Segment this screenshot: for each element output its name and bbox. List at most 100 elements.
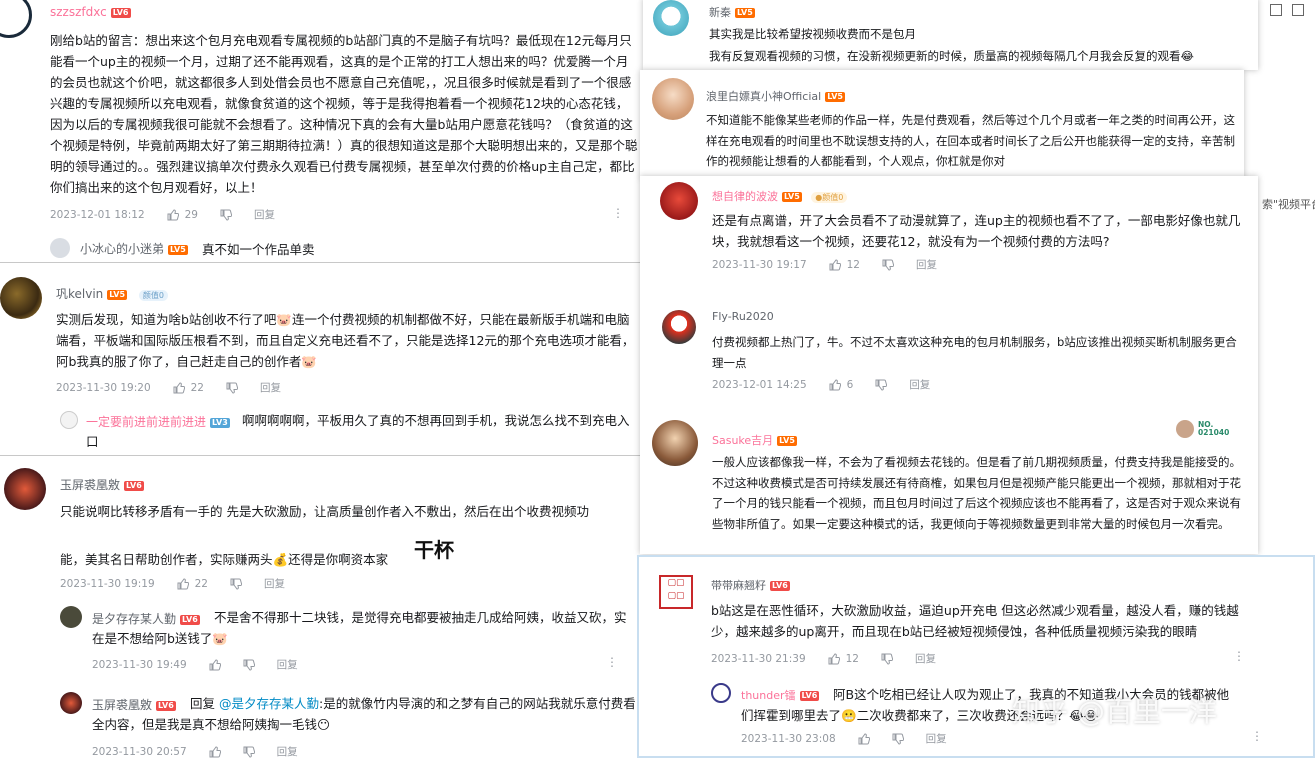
sticker-text: 干杯 [414, 538, 454, 562]
like-icon[interactable] [828, 652, 840, 665]
like-count: 12 [845, 652, 859, 665]
reply-prefix: 回复 [190, 696, 216, 711]
more-options-icon[interactable]: ⋮ [606, 655, 618, 669]
fan-badge: 颜值0 [138, 290, 168, 301]
dislike-icon[interactable] [243, 746, 255, 758]
like-icon[interactable] [209, 745, 221, 758]
comment-username[interactable]: 浪里白嫖真小神Official LV5 [706, 88, 845, 104]
reply-button[interactable]: 回复 [915, 651, 936, 666]
reply-button[interactable]: 回复 [277, 657, 298, 672]
avatar[interactable] [60, 411, 78, 429]
like-count: 22 [194, 577, 208, 590]
avatar[interactable] [653, 0, 689, 36]
right-comment-panel-2: 浪里白嫖真小神Official LV5 不知道能不能像某些老师的作品一样，先是付费… [640, 70, 1244, 178]
comment-username[interactable]: Sasuke吉月 LV5 [712, 432, 797, 448]
like-icon[interactable] [209, 658, 221, 671]
like-icon[interactable] [173, 381, 185, 394]
avatar[interactable] [50, 238, 70, 258]
comment-username[interactable]: 巩kelvin LV5 颜值0 [56, 285, 168, 302]
reply-button[interactable]: 回复 [909, 377, 930, 392]
avatar[interactable] [0, 277, 42, 319]
comment-date: 2023-11-30 21:39 [711, 652, 806, 665]
reply-meta: 2023-11-30 19:49 回复 [92, 657, 298, 672]
right-comment-panel-3: 想自律的波波 LV5 ●颜值0 还是有点离谱，开了大会员看不了动漫就算了，连up主… [640, 176, 1258, 554]
reply-body: :是的就像竹内导演的和之梦有自己的网站我就乐意付费看全内容，但是我是真不想给阿姨… [92, 696, 636, 732]
comment-username[interactable]: 新秦 LV5 [709, 4, 755, 20]
comment-panel-2: 巩kelvin LV5 颜值0 实测后发现，知道为啥b站创收不行了吧🐷连一个付费视… [0, 262, 640, 455]
dislike-icon[interactable] [226, 382, 238, 394]
comment-text: 还是有点离谱，开了大会员看不了动漫就算了，连up主的视频也看不了了，一部电影好像… [712, 213, 1241, 249]
comment-date: 2023-11-30 19:20 [56, 381, 151, 394]
avatar[interactable] [0, 0, 32, 38]
avatar[interactable] [60, 692, 82, 714]
fan-number-badge: NO. 021040 [1176, 420, 1229, 438]
reply-date: 2023-11-30 20:57 [92, 745, 187, 758]
dislike-icon[interactable] [892, 733, 904, 745]
like-icon[interactable] [829, 258, 841, 271]
dislike-icon[interactable] [220, 209, 232, 221]
avatar[interactable] [711, 683, 731, 703]
level-badge: LV5 [735, 8, 755, 18]
like-count: 29 [184, 208, 198, 221]
dislike-icon[interactable] [875, 379, 888, 391]
like-icon[interactable] [829, 378, 841, 391]
comment-text: 实测后发现，知道为啥b站创收不行了吧🐷连一个付费视频的机制都做不好，只能在最新版… [56, 312, 635, 369]
reply-meta: 2023-11-30 23:08 回复 [741, 731, 947, 746]
reply-button[interactable]: 回复 [926, 731, 947, 746]
mention-link[interactable]: @是夕存存某人勤 [219, 696, 319, 711]
level-badge: LV5 [777, 436, 797, 446]
avatar[interactable] [4, 468, 46, 510]
avatar[interactable] [652, 420, 698, 466]
comment-meta: 2023-12-01 18:12 29 回复 [50, 207, 275, 222]
reply-button[interactable]: 回复 [916, 257, 937, 272]
fan-badge: ●颜值0 [811, 192, 848, 203]
comment-username[interactable]: szzszfdxc LV6 [50, 5, 131, 19]
dislike-icon[interactable] [881, 653, 893, 665]
comment-panel-1: szzszfdxc LV6 刚给b站的留言：想出来这个包月充电观看专属视频的b站部… [0, 0, 640, 262]
level-badge: LV5 [107, 290, 128, 300]
comment-meta: 2023-11-30 21:39 12 回复 [711, 651, 936, 666]
comment-meta: 2023-11-30 19:19 22 回复 [60, 576, 285, 591]
comment-text-line-1: 只能说啊比转移矛盾有一手的 先是大砍激励，让高质量创作者入不敷出，然后在出个收费… [60, 504, 589, 519]
level-badge: LV5 [168, 245, 188, 255]
comment-text: 一般人应该都像我一样，不会为了看视频去花钱的。但是看了前几期视频质量，付费支持我… [712, 455, 1241, 531]
window-restore-icon[interactable] [1292, 4, 1304, 16]
reply-button[interactable]: 回复 [254, 207, 275, 222]
reply-text: 啊啊啊啊啊，平板用久了真的不想再回到手机，我说怎么找不到充电入口 [86, 413, 630, 449]
like-icon[interactable] [177, 577, 189, 590]
avatar-seal-icon[interactable]: ▢▢ ▢▢ [659, 575, 693, 609]
comment-date: 2023-11-30 19:17 [712, 258, 807, 271]
comment-username[interactable]: Fly-Ru2020 [712, 310, 774, 323]
comment-username[interactable]: 带带麻翘籽 LV6 [711, 577, 790, 593]
reply-button[interactable]: 回复 [264, 576, 285, 591]
like-icon[interactable] [167, 208, 179, 221]
reply-username[interactable]: 小冰心的小迷弟 LV5 [80, 240, 188, 257]
dislike-icon[interactable] [243, 659, 255, 671]
like-count: 22 [190, 381, 204, 394]
comment-username[interactable]: 想自律的波波 LV5 ●颜值0 [712, 188, 848, 204]
comment-username[interactable]: 玉屏裘凰敫 LV6 [60, 476, 144, 493]
comment-date: 2023-12-01 18:12 [50, 208, 145, 221]
level-badge: LV6 [110, 8, 131, 18]
avatar[interactable] [652, 78, 694, 120]
dislike-icon[interactable] [882, 259, 894, 271]
comment-meta: 2023-12-01 14:25 6 回复 [712, 377, 930, 392]
avatar[interactable] [660, 182, 698, 220]
window-restore-icon[interactable] [1270, 4, 1282, 16]
reply-button[interactable]: 回复 [260, 380, 281, 395]
avatar[interactable] [662, 310, 696, 344]
like-icon[interactable] [858, 732, 870, 745]
comment-text: 不知道能不能像某些老师的作品一样，先是付费观看，然后等过个几个月或者一年之类的时… [706, 113, 1235, 168]
comment-text-line-2: 我有反复观看视频的习惯，在没新视频更新的时候，质量高的视频每隔几个月我会反复的观… [709, 49, 1194, 63]
more-options-icon[interactable]: ⋮ [1251, 729, 1263, 743]
more-options-icon[interactable]: ⋮ [1233, 649, 1245, 663]
comment-meta: 2023-11-30 19:20 22 回复 [56, 380, 281, 395]
reply-text: 不是舍不得那十二块钱，是觉得充电都要被抽走几成给阿姨，收益又砍，实在是不想给阿b… [92, 610, 627, 646]
watermark: 知乎 @百里一洋 [1012, 695, 1217, 728]
comment-text: 付费视频都上热门了，牛。不过不太喜欢这种充电的包月机制服务，b站应该推出视频买断… [712, 335, 1237, 370]
dislike-icon[interactable] [230, 578, 242, 590]
avatar[interactable] [60, 606, 82, 628]
reply-button[interactable]: 回复 [277, 744, 298, 758]
more-options-icon[interactable]: ⋮ [612, 206, 624, 220]
reply-text: 真不如一个作品单卖 [202, 242, 315, 257]
